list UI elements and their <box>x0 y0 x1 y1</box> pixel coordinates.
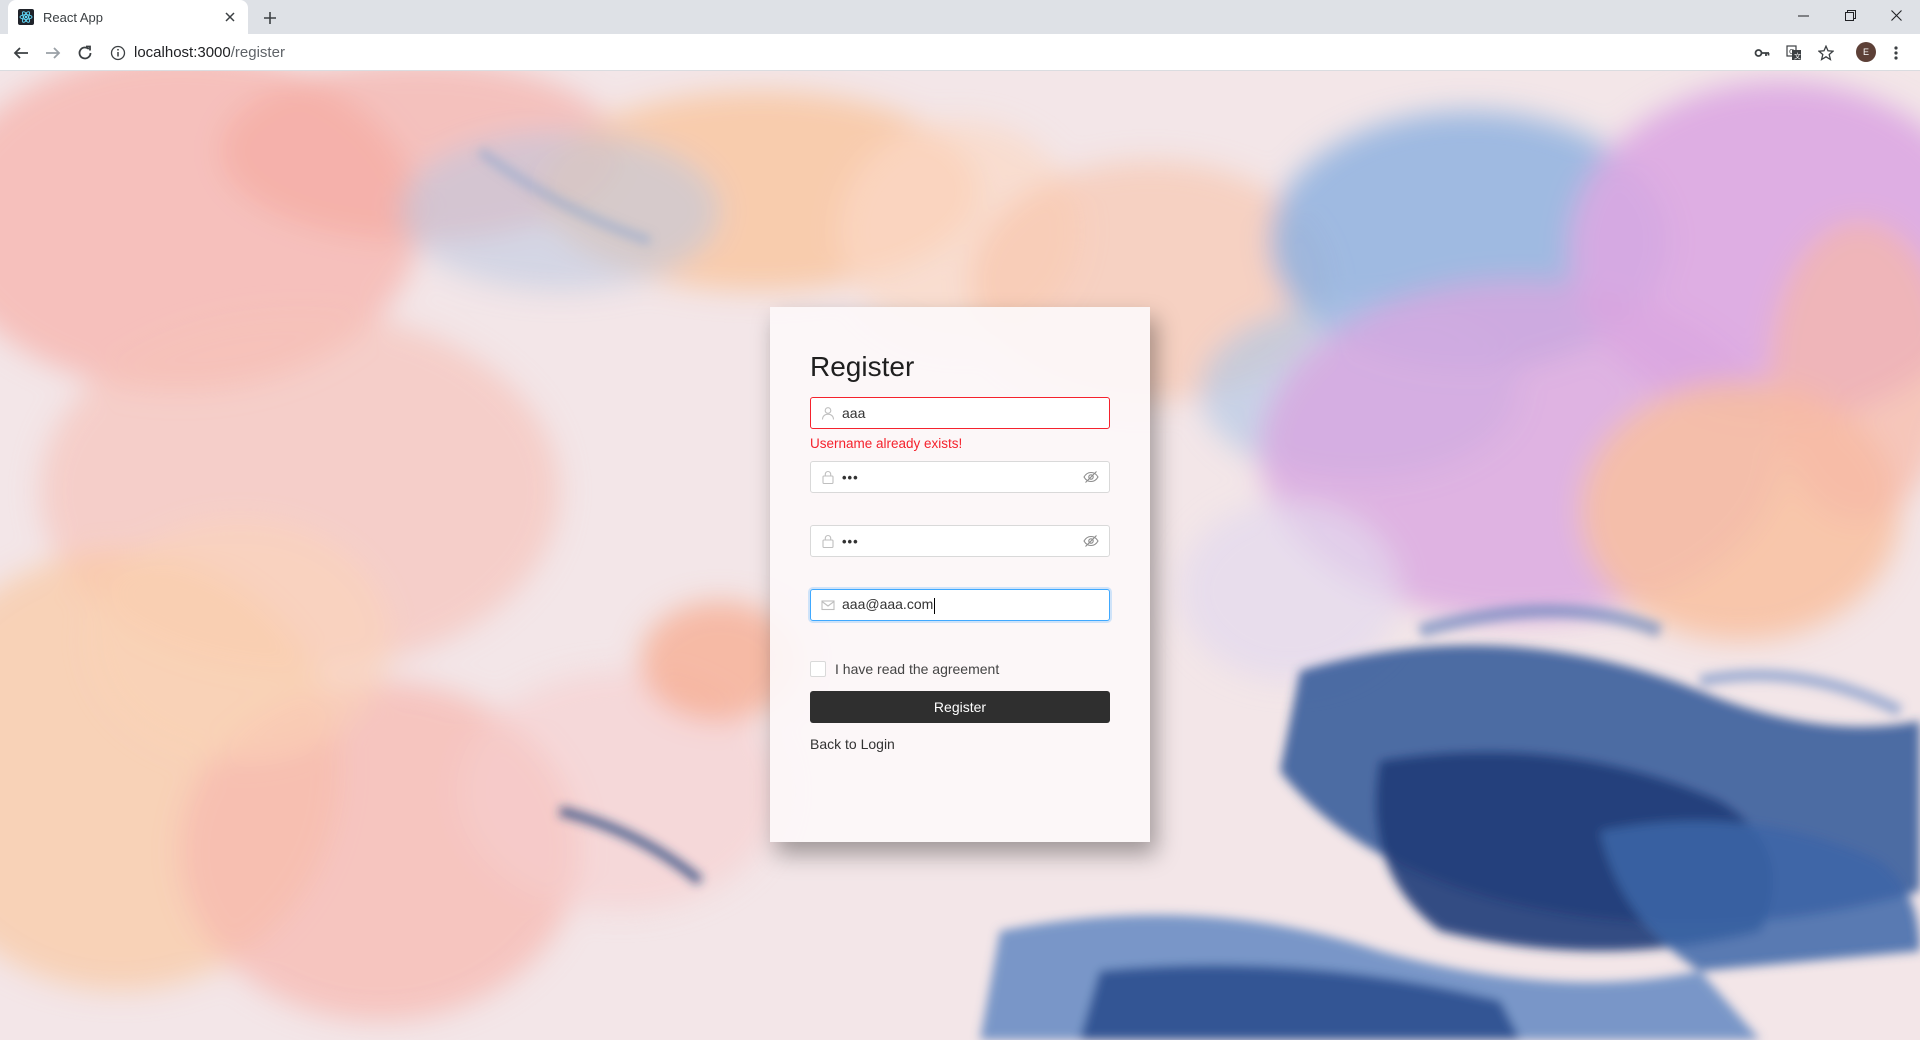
username-value: aaa <box>842 405 866 421</box>
mail-icon <box>821 600 835 611</box>
new-tab-plus-icon[interactable] <box>258 6 282 30</box>
username-error-message: Username already exists! <box>810 436 963 451</box>
key-icon[interactable] <box>1752 43 1772 63</box>
confirm-spacer <box>810 557 1110 589</box>
lock-icon <box>822 535 834 548</box>
email-value: aaa@aaa.com <box>842 596 934 613</box>
url-path: /register <box>230 44 285 61</box>
close-tab-icon[interactable] <box>222 9 238 25</box>
forward-arrow-icon[interactable] <box>40 40 66 66</box>
lock-icon <box>822 471 834 484</box>
svg-text:文: 文 <box>1794 52 1801 61</box>
confirm-password-value: ••• <box>842 533 859 549</box>
email-spacer <box>810 621 1110 653</box>
page-title: Register <box>810 351 915 382</box>
address-bar[interactable]: localhost:3000/register <box>110 38 1770 67</box>
reload-icon[interactable] <box>72 40 98 66</box>
react-favicon-icon <box>18 9 34 25</box>
user-icon <box>821 407 835 420</box>
agreement-checkbox[interactable] <box>810 661 826 677</box>
minimize-icon[interactable] <box>1780 0 1826 30</box>
browser-toolbar: localhost:3000/register G文 E <box>0 34 1920 71</box>
tab-strip: React App <box>0 0 1920 34</box>
register-button[interactable]: Register <box>810 691 1110 723</box>
password-value: ••• <box>842 469 859 485</box>
site-info-icon[interactable] <box>110 45 126 61</box>
password-spacer <box>810 493 1110 525</box>
bookmark-star-icon[interactable] <box>1816 43 1836 63</box>
tab-react-app[interactable]: React App <box>8 0 248 34</box>
page-viewport: Register aaa Username already exists! ••… <box>0 71 1920 1040</box>
eye-invisible-icon[interactable] <box>1083 469 1099 485</box>
restore-icon[interactable] <box>1827 0 1873 30</box>
agreement-label: I have read the agreement <box>835 661 1000 677</box>
confirm-password-field[interactable]: ••• <box>810 525 1110 557</box>
profile-avatar[interactable]: E <box>1856 42 1876 62</box>
register-card: Register aaa Username already exists! ••… <box>770 307 1150 842</box>
agreement-row[interactable]: I have read the agreement <box>810 657 1110 681</box>
eye-invisible-icon[interactable] <box>1083 533 1099 549</box>
tab-title: React App <box>43 9 103 25</box>
email-field[interactable]: aaa@aaa.com <box>810 589 1110 621</box>
url-host: localhost:3000 <box>134 44 231 61</box>
back-to-login-link[interactable]: Back to Login <box>810 736 895 752</box>
text-caret <box>934 597 936 614</box>
email-value-wrap: aaa@aaa.com <box>842 596 1099 614</box>
back-arrow-icon[interactable] <box>8 40 34 66</box>
password-field[interactable]: ••• <box>810 461 1110 493</box>
username-field[interactable]: aaa <box>810 397 1110 429</box>
translate-icon[interactable]: G文 <box>1784 43 1804 63</box>
close-window-icon[interactable] <box>1873 0 1919 30</box>
more-menu-icon[interactable] <box>1886 43 1906 63</box>
